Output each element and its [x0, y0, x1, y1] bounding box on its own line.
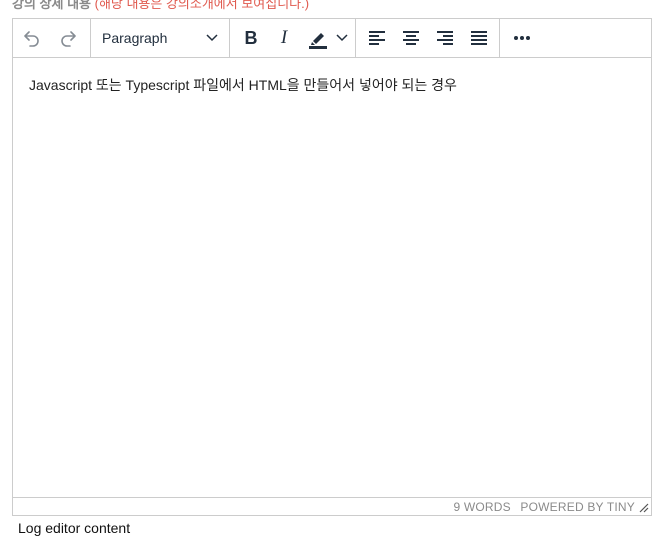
undo-icon: [24, 31, 39, 47]
chevron-down-icon: [336, 34, 348, 42]
field-label-note: (해당 내용은 강의소개에서 보여집니다.): [94, 0, 310, 11]
toolbar-divider: [499, 19, 500, 57]
toolbar-divider: [355, 19, 356, 57]
highlight-color-icon: [309, 33, 327, 49]
italic-button[interactable]: I: [270, 24, 298, 52]
editor-content-area[interactable]: Javascript 또는 Typescript 파일에서 HTML을 만들어서…: [13, 58, 651, 500]
rich-text-editor: Paragraph B I Javascript 또는 Typescript 파…: [12, 18, 652, 516]
redo-icon: [61, 31, 76, 47]
highlight-color-dropdown[interactable]: [333, 24, 351, 52]
bold-icon: B: [244, 27, 258, 48]
block-format-value: Paragraph: [102, 30, 168, 46]
italic-icon: I: [280, 27, 288, 48]
more-button[interactable]: [508, 24, 536, 52]
status-info: 9 WORDS POWERED BY TINY: [447, 500, 635, 514]
redo-button[interactable]: [54, 24, 82, 52]
undo-button[interactable]: [18, 24, 46, 52]
powered-by-tiny-link[interactable]: POWERED BY TINY: [520, 500, 635, 514]
align-center-icon: [403, 31, 419, 45]
align-justify-icon: [471, 31, 487, 45]
field-label-title: 강의 상세 내용: [12, 0, 91, 11]
more-icon: [514, 36, 530, 40]
word-count[interactable]: 9 WORDS: [453, 500, 510, 514]
toolbar-divider: [90, 19, 91, 57]
block-format-select[interactable]: Paragraph: [93, 24, 226, 52]
align-left-button[interactable]: [363, 24, 391, 52]
log-editor-content-button[interactable]: Log editor content: [18, 519, 130, 537]
bold-button[interactable]: B: [237, 24, 265, 52]
editor-toolbar: Paragraph B I: [13, 19, 651, 58]
highlight-color-button[interactable]: [303, 24, 333, 52]
chevron-down-icon: [206, 34, 218, 42]
resize-handle-icon[interactable]: [639, 503, 649, 513]
editor-paragraph[interactable]: Javascript 또는 Typescript 파일에서 HTML을 만들어서…: [29, 75, 457, 95]
toolbar-divider: [229, 19, 230, 57]
align-right-icon: [437, 31, 453, 45]
editor-statusbar: 9 WORDS POWERED BY TINY: [13, 497, 651, 515]
align-right-button[interactable]: [431, 24, 459, 52]
align-justify-button[interactable]: [465, 24, 493, 52]
align-left-icon: [369, 31, 385, 45]
align-center-button[interactable]: [397, 24, 425, 52]
field-label: 강의 상세 내용 (해당 내용은 강의소개에서 보여집니다.): [12, 0, 309, 13]
